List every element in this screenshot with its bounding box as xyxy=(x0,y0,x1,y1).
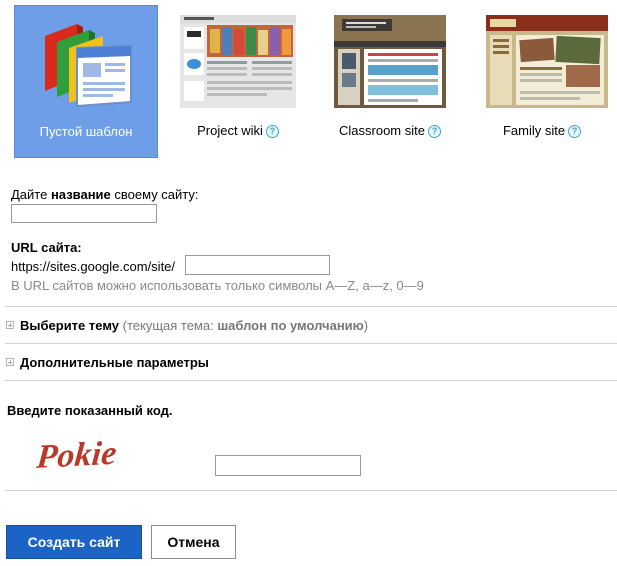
site-name-input[interactable] xyxy=(11,204,157,223)
expand-plus-icon[interactable] xyxy=(6,321,14,329)
template-label: Пустой шаблон xyxy=(39,124,133,139)
template-gallery: Пустой шаблон Project wiki ? Classroom s… xyxy=(14,5,614,160)
cancel-button[interactable]: Отмена xyxy=(151,525,236,559)
template-label-wrap: Classroom site? xyxy=(318,123,462,138)
create-site-button[interactable]: Создать сайт xyxy=(6,525,142,559)
captcha-title: Введите показанный код. xyxy=(7,403,173,418)
captcha-image: Pokie xyxy=(36,435,118,473)
template-blank[interactable]: Пустой шаблон xyxy=(14,5,158,158)
template-project-wiki[interactable]: Project wiki? xyxy=(166,5,310,158)
site-url-input[interactable] xyxy=(185,255,330,275)
theme-note: (текущая тема: шаблон по умолчанию) xyxy=(119,318,369,333)
template-label: Classroom site xyxy=(339,123,425,138)
help-icon[interactable]: ? xyxy=(427,125,441,138)
site-name-label-prefix: Дайте xyxy=(11,187,51,202)
expand-plus-icon[interactable] xyxy=(6,358,14,366)
site-name-label: Дайте название своему сайту: xyxy=(11,187,199,202)
advanced-expander[interactable]: Дополнительные параметры xyxy=(6,355,209,370)
captcha-text: Pokie xyxy=(36,435,118,473)
template-label-wrap: Family site? xyxy=(470,123,614,138)
captcha-input[interactable] xyxy=(215,455,361,476)
theme-current-name: шаблон по умолчанию xyxy=(217,318,364,333)
theme-title[interactable]: Выберите тему xyxy=(20,318,119,333)
url-title: URL сайта: xyxy=(11,240,82,255)
advanced-title[interactable]: Дополнительные параметры xyxy=(20,355,209,370)
template-classroom-site[interactable]: Classroom site? xyxy=(318,5,462,158)
classroom-site-thumbnail xyxy=(334,15,446,108)
url-prefix: https://sites.google.com/site/ xyxy=(11,259,176,274)
help-icon[interactable]: ? xyxy=(568,125,582,138)
help-icon[interactable]: ? xyxy=(265,125,279,138)
divider xyxy=(5,380,617,381)
divider xyxy=(5,306,617,307)
family-site-thumbnail xyxy=(486,15,608,108)
url-hint: В URL сайтов можно использовать только с… xyxy=(11,278,424,293)
site-name-label-suffix: своему сайту: xyxy=(110,187,199,202)
divider xyxy=(5,343,617,344)
theme-note-prefix: (текущая тема: xyxy=(119,318,218,333)
template-family-site[interactable]: Family site? xyxy=(470,5,614,158)
template-label: Project wiki xyxy=(197,123,263,138)
project-wiki-thumbnail xyxy=(180,15,296,108)
divider xyxy=(5,490,617,491)
template-label: Family site xyxy=(502,123,566,138)
site-name-label-bold: название xyxy=(50,187,111,202)
theme-expander[interactable]: Выберите тему (текущая тема: шаблон по у… xyxy=(6,318,368,333)
blank-template-icon xyxy=(45,24,132,108)
theme-note-suffix: ) xyxy=(363,318,369,333)
template-label-wrap: Project wiki? xyxy=(166,123,310,138)
